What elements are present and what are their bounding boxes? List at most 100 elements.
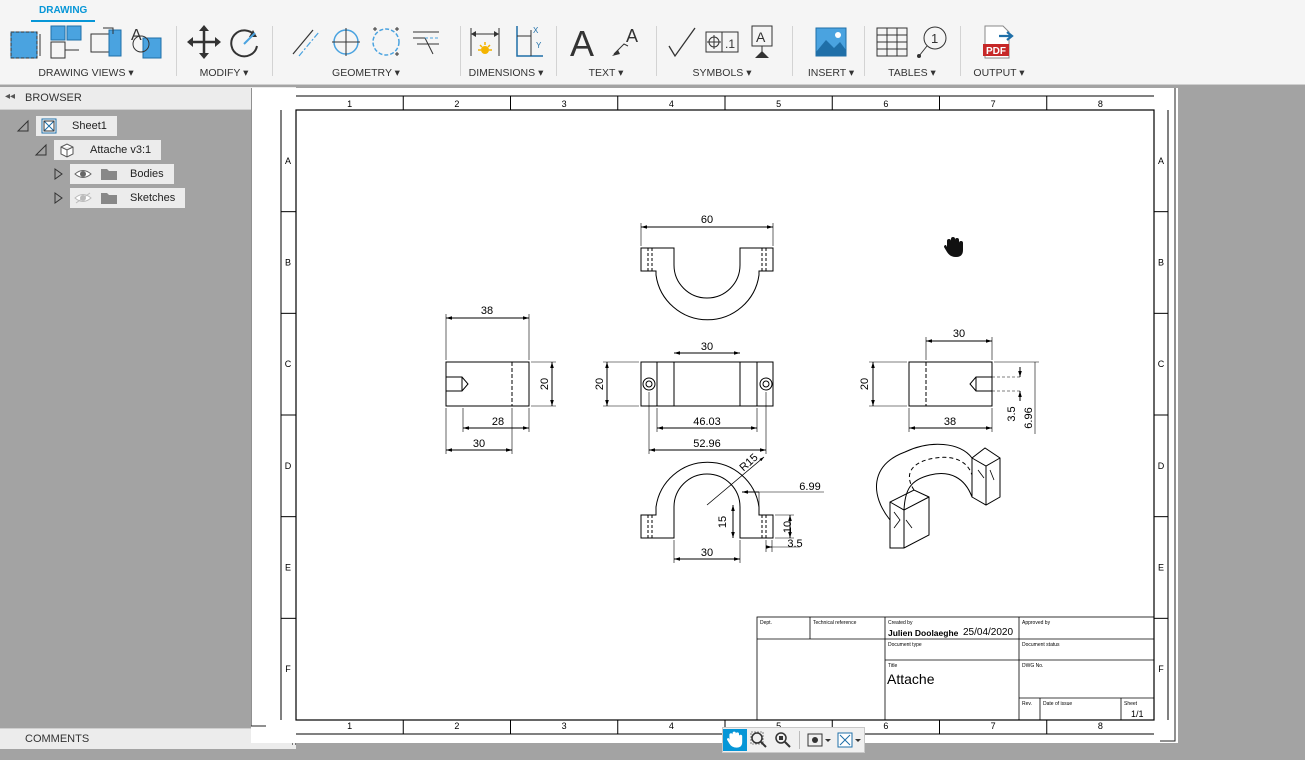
pdf-output-icon[interactable]: PDF (981, 24, 1017, 60)
eye-hidden-icon[interactable] (74, 191, 92, 205)
drawing-sheet[interactable]: 1122334455667788AABBCCDDEEFF 60 38 20 28… (250, 88, 1178, 743)
dim-bottom-width: 30 (701, 547, 713, 559)
expand-triangle-icon[interactable] (52, 167, 64, 181)
group-label-insert[interactable]: INSERT ▾ (800, 67, 862, 79)
balloon-icon[interactable]: 1 (915, 24, 949, 60)
component-icon (60, 143, 74, 158)
center-mark-icon[interactable] (329, 24, 363, 60)
zone-label: F (285, 664, 291, 674)
group-label-modify[interactable]: MODIFY ▾ (178, 67, 270, 79)
divider (556, 26, 557, 76)
svg-text:A: A (131, 27, 142, 44)
divider (460, 26, 461, 76)
zone-label: 3 (562, 99, 567, 109)
divider (272, 26, 273, 76)
tree-item-component[interactable]: Attache v3:1 (34, 140, 162, 160)
sheet-settings-icon[interactable] (834, 729, 864, 751)
pan-icon[interactable] (723, 729, 747, 751)
edge-extension-icon[interactable] (409, 24, 443, 60)
table-icon[interactable] (875, 24, 909, 60)
tree-item-bodies[interactable]: Bodies (52, 164, 174, 184)
group-label-drawing-views[interactable]: DRAWING VIEWS ▾ (0, 67, 172, 79)
tb-dwg-no-label: DWG No. (1022, 663, 1043, 669)
group-drawing-views: A DRAWING VIEWS ▾ (0, 20, 172, 82)
dim-left-width: 38 (481, 305, 493, 317)
browser-tree: Sheet1 Attache v3:1 Bodies Sketches (0, 110, 251, 728)
dim-bottom-slot-height: 10 (782, 521, 794, 533)
rotate-icon[interactable] (227, 24, 261, 60)
tb-tech-ref-label: Technical reference (813, 620, 857, 626)
title-block-text: Dept. Technical reference Created by Jul… (760, 620, 1144, 719)
insert-image-icon[interactable] (814, 24, 848, 60)
top-view: 60 (640, 214, 774, 321)
group-text: A A TEXT ▾ (558, 20, 654, 82)
group-label-dimensions[interactable]: DIMENSIONS ▾ (462, 67, 550, 79)
zone-label: B (1158, 258, 1164, 268)
move-icon[interactable] (187, 24, 221, 60)
center-mark-pattern-icon[interactable] (369, 24, 403, 60)
group-label-geometry[interactable]: GEOMETRY ▾ (274, 67, 458, 79)
divider (656, 26, 657, 76)
drawing-canvas[interactable]: 1122334455667788A AB BC CD DE EF F 60 38 20 28… (250, 88, 1178, 743)
tree-label-sheet: Sheet1 (72, 120, 107, 132)
text-icon[interactable]: A (568, 24, 604, 60)
zone-label: D (1158, 461, 1165, 471)
projected-view-icon[interactable] (49, 24, 83, 60)
tab-drawing[interactable]: DRAWING (31, 2, 96, 22)
zone-label: 8 (1098, 721, 1103, 731)
group-label-symbols[interactable]: SYMBOLS ▾ (658, 67, 786, 79)
tree-item-sheet[interactable]: Sheet1 (16, 116, 117, 136)
zoom-fit-icon[interactable] (771, 729, 795, 751)
ordinate-dimension-icon[interactable]: XY (509, 24, 545, 60)
datum-identifier-icon[interactable]: A (745, 24, 779, 60)
feature-control-frame-icon[interactable]: .1 (705, 24, 739, 60)
tb-doc-type-label: Document type (888, 642, 922, 648)
zone-label: A (285, 156, 291, 166)
dim-right-top: 30 (953, 328, 965, 340)
isometric-view (876, 443, 1001, 549)
group-symbols: .1 A SYMBOLS ▾ (658, 20, 786, 82)
collapse-triangle-icon[interactable] (16, 119, 30, 133)
tb-sheet-value: 1/1 (1131, 709, 1144, 719)
sheet-icon (41, 118, 57, 134)
zone-label: E (1158, 563, 1164, 573)
base-view-icon[interactable] (9, 24, 43, 60)
tb-doc-status-label: Document status (1022, 642, 1060, 648)
svg-text:Y: Y (536, 41, 542, 50)
group-label-tables[interactable]: TABLES ▾ (866, 67, 958, 79)
dim-top-width: 60 (701, 214, 713, 226)
folder-icon (101, 193, 117, 204)
tree-label-component: Attache v3:1 (90, 144, 152, 156)
zone-label: 1 (347, 99, 352, 109)
dimension-icon[interactable] (467, 24, 503, 60)
dim-right-hole: 3.5 (1006, 406, 1018, 421)
dim-front-overall: 52.96 (693, 438, 721, 450)
dim-left-bottom: 30 (473, 438, 485, 450)
detail-view-icon[interactable]: A (129, 24, 163, 60)
zone-label: 6 (883, 721, 888, 731)
browser-title: BROWSER (25, 92, 82, 104)
group-label-text[interactable]: TEXT ▾ (558, 67, 654, 79)
group-output: PDF OUTPUT ▾ (962, 20, 1036, 82)
zone-label: E (285, 563, 291, 573)
zone-label: 5 (776, 99, 781, 109)
centerline-icon[interactable] (289, 24, 323, 60)
eye-icon[interactable] (74, 167, 92, 181)
svg-text:A: A (570, 24, 594, 60)
zone-label: 2 (454, 99, 459, 109)
collapse-triangle-icon[interactable] (34, 143, 48, 157)
zoom-window-icon[interactable] (747, 729, 771, 751)
dim-right-height: 20 (859, 378, 871, 390)
leader-text-icon[interactable]: A (610, 24, 644, 60)
display-settings-icon[interactable] (804, 729, 834, 751)
collapse-panel-icon[interactable]: ◂◂ (5, 91, 15, 102)
zone-label: 2 (454, 721, 459, 731)
tb-title: Attache (887, 671, 935, 687)
section-view-icon[interactable] (89, 24, 123, 60)
tree-label-sketches: Sketches (130, 192, 176, 204)
dim-bottom-slot: 6.99 (799, 481, 820, 493)
group-label-output[interactable]: OUTPUT ▾ (962, 67, 1036, 79)
expand-triangle-icon[interactable] (52, 191, 64, 205)
tree-item-sketches[interactable]: Sketches (52, 188, 186, 208)
surface-texture-icon[interactable] (665, 24, 699, 60)
